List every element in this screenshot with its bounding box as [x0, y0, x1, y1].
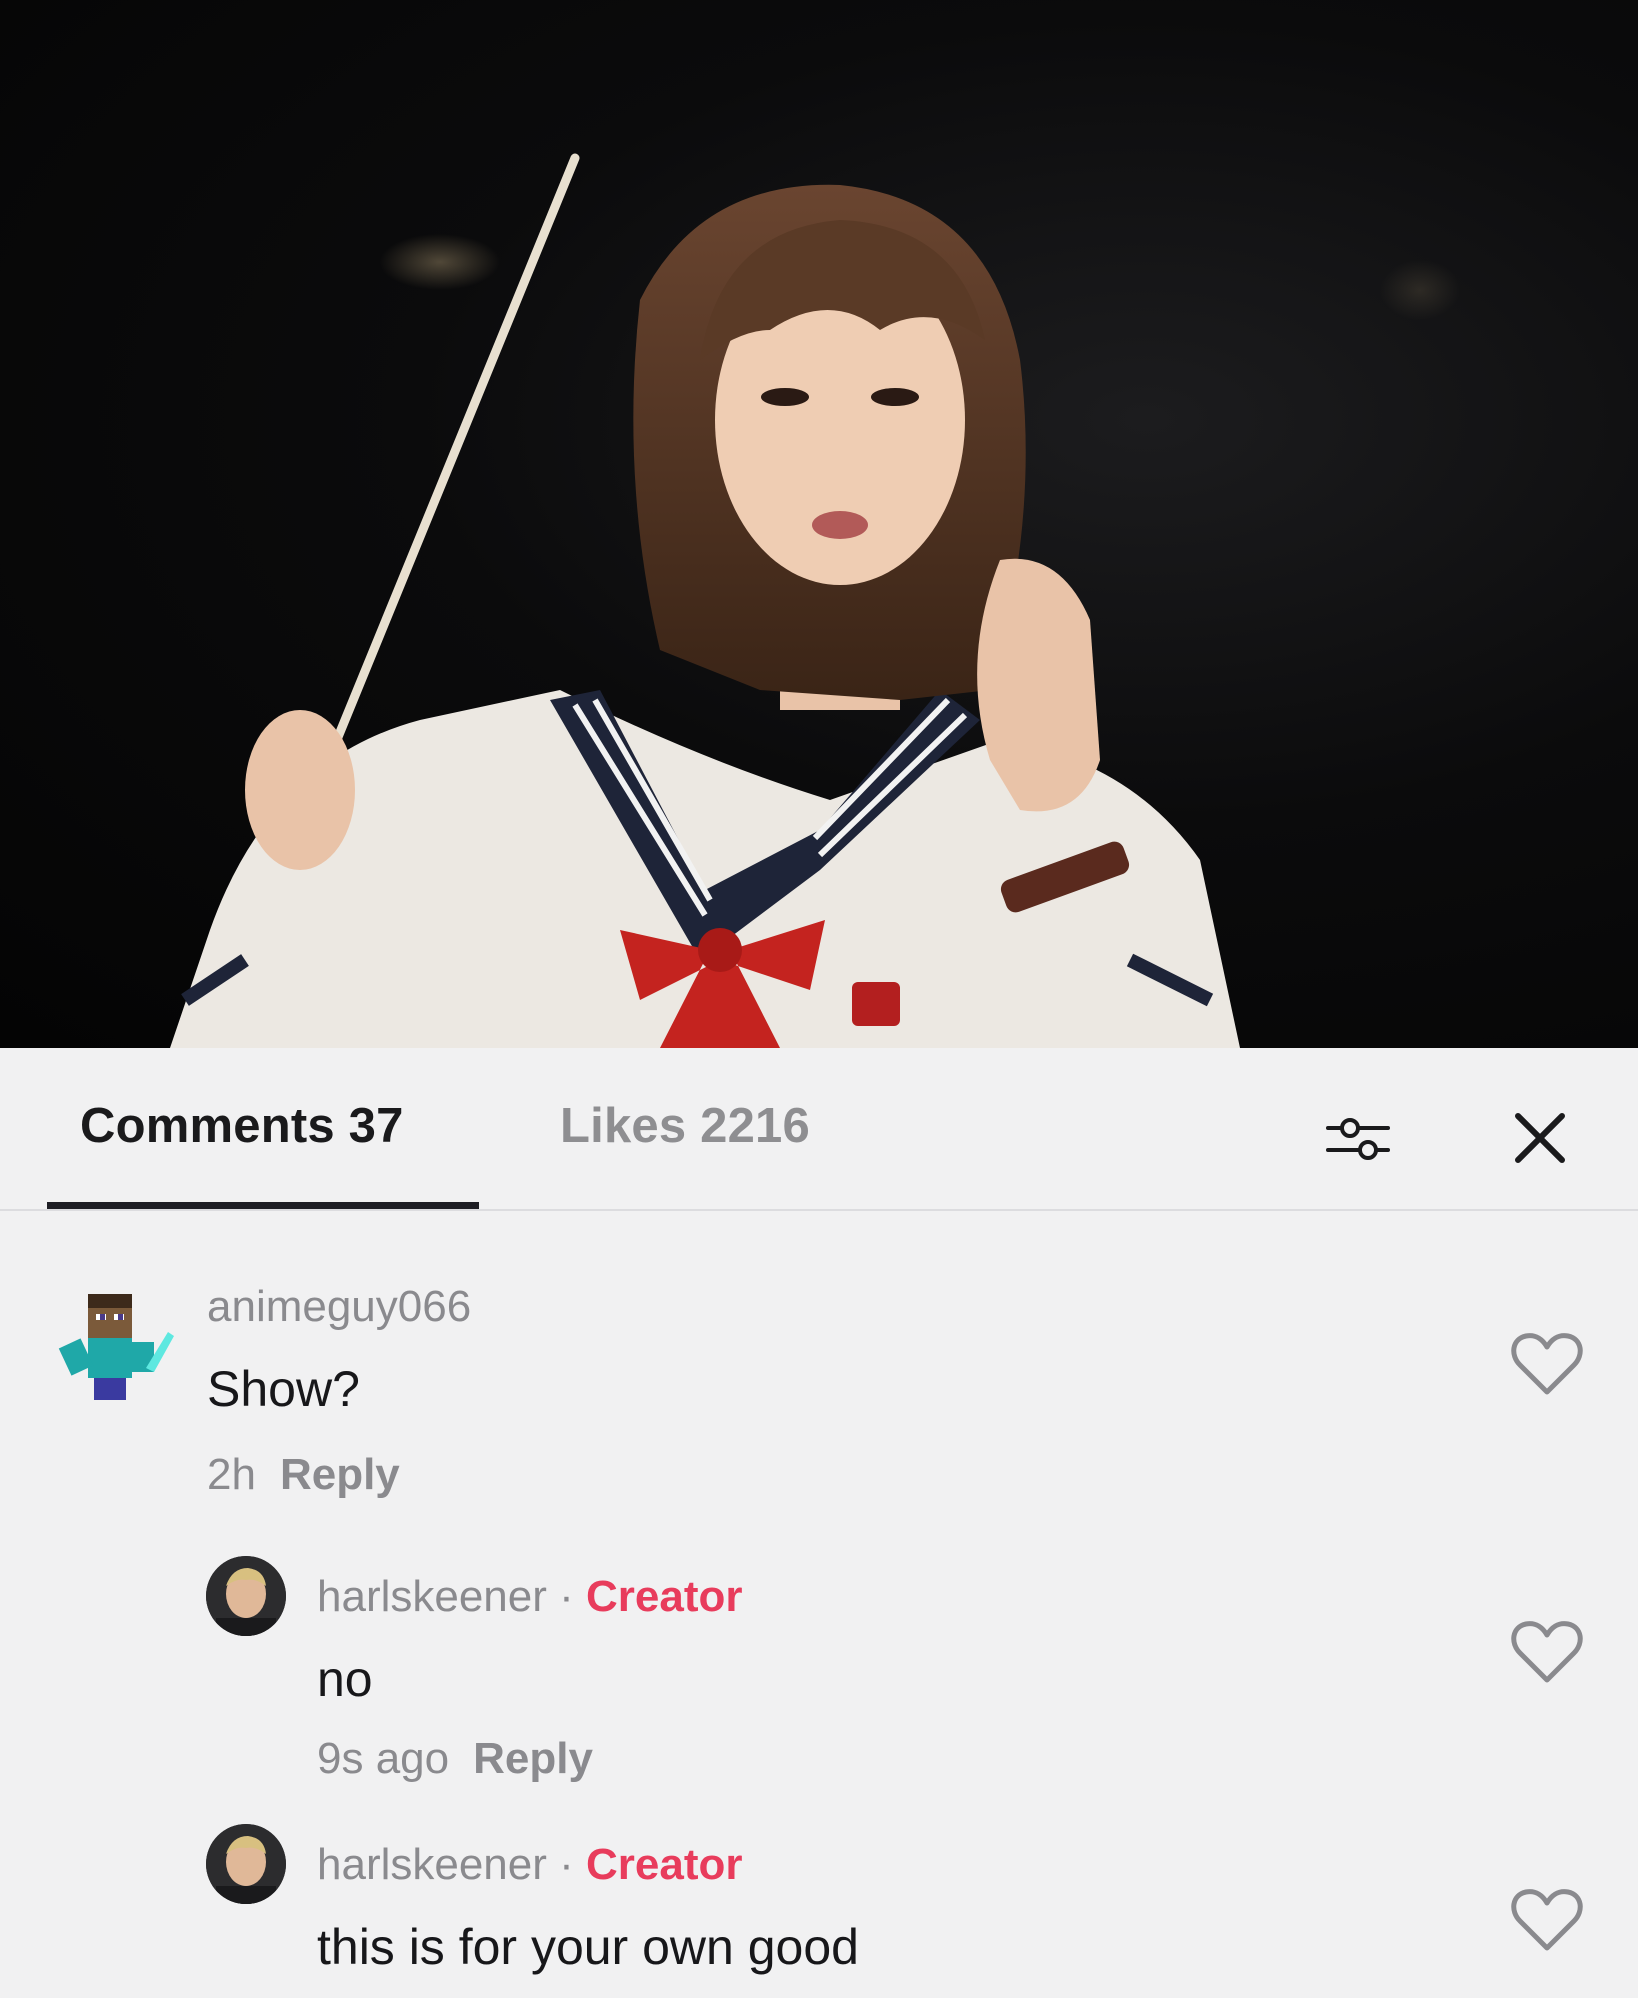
filter-button[interactable] [1320, 1100, 1396, 1176]
tab-likes[interactable]: Likes 2216 [560, 1098, 810, 1154]
comment-time: 9s ago [317, 1734, 450, 1783]
comment-meta: 2h Reply [207, 1450, 400, 1500]
photo-illustration [170, 153, 1460, 1048]
like-button[interactable] [1510, 1886, 1584, 1956]
username-separator: · [559, 1572, 574, 1621]
creator-badge: Creator [586, 1572, 743, 1621]
heart-outline-icon [1511, 1333, 1583, 1395]
comment-username[interactable]: harlskeener [317, 1572, 547, 1621]
creator-avatar-image [206, 1824, 286, 1904]
close-button[interactable] [1502, 1100, 1578, 1176]
comments-sheet: Comments 37 Likes 2216 animeguy066 Show?… [0, 1048, 1638, 1998]
comment-meta: 9s ago Reply [317, 1734, 593, 1784]
username-separator: · [559, 1840, 574, 1889]
comment-text: Show? [207, 1361, 360, 1417]
sliders-icon [1326, 1118, 1390, 1160]
comment-username[interactable]: animeguy066 [207, 1282, 471, 1332]
comment-text: this is for your own good [317, 1919, 859, 1975]
comment-username[interactable]: harlskeener [317, 1840, 547, 1889]
like-button[interactable] [1510, 1330, 1584, 1400]
heart-outline-icon [1511, 1621, 1583, 1683]
tab-comments[interactable]: Comments 37 [80, 1098, 404, 1154]
avatar[interactable] [206, 1556, 286, 1636]
reply-item: harlskeener · Creator this is for your o… [0, 1816, 1638, 1998]
tabs-bar: Comments 37 Likes 2216 [0, 1048, 1638, 1211]
avatar[interactable] [206, 1824, 286, 1904]
post-photo [0, 0, 1638, 1048]
minecraft-avatar-image [58, 1294, 174, 1400]
comment-username-line: harlskeener · Creator [317, 1840, 743, 1890]
reply-item: harlskeener · Creator no 9s ago Reply [0, 1548, 1638, 1808]
comment-item: animeguy066 Show? 2h Reply [0, 1258, 1638, 1518]
close-icon [1515, 1113, 1565, 1163]
avatar[interactable] [50, 1280, 176, 1406]
comment-time: 2h [207, 1450, 256, 1499]
reply-button[interactable]: Reply [473, 1734, 593, 1783]
heart-outline-icon [1511, 1889, 1583, 1951]
reply-button[interactable]: Reply [280, 1450, 400, 1499]
like-button[interactable] [1510, 1618, 1584, 1688]
creator-avatar-image [206, 1556, 286, 1636]
tabs-divider [0, 1209, 1638, 1211]
comment-username-line: harlskeener · Creator [317, 1572, 743, 1622]
active-tab-indicator [47, 1202, 479, 1209]
creator-badge: Creator [586, 1840, 743, 1889]
comment-text: no [317, 1651, 373, 1707]
